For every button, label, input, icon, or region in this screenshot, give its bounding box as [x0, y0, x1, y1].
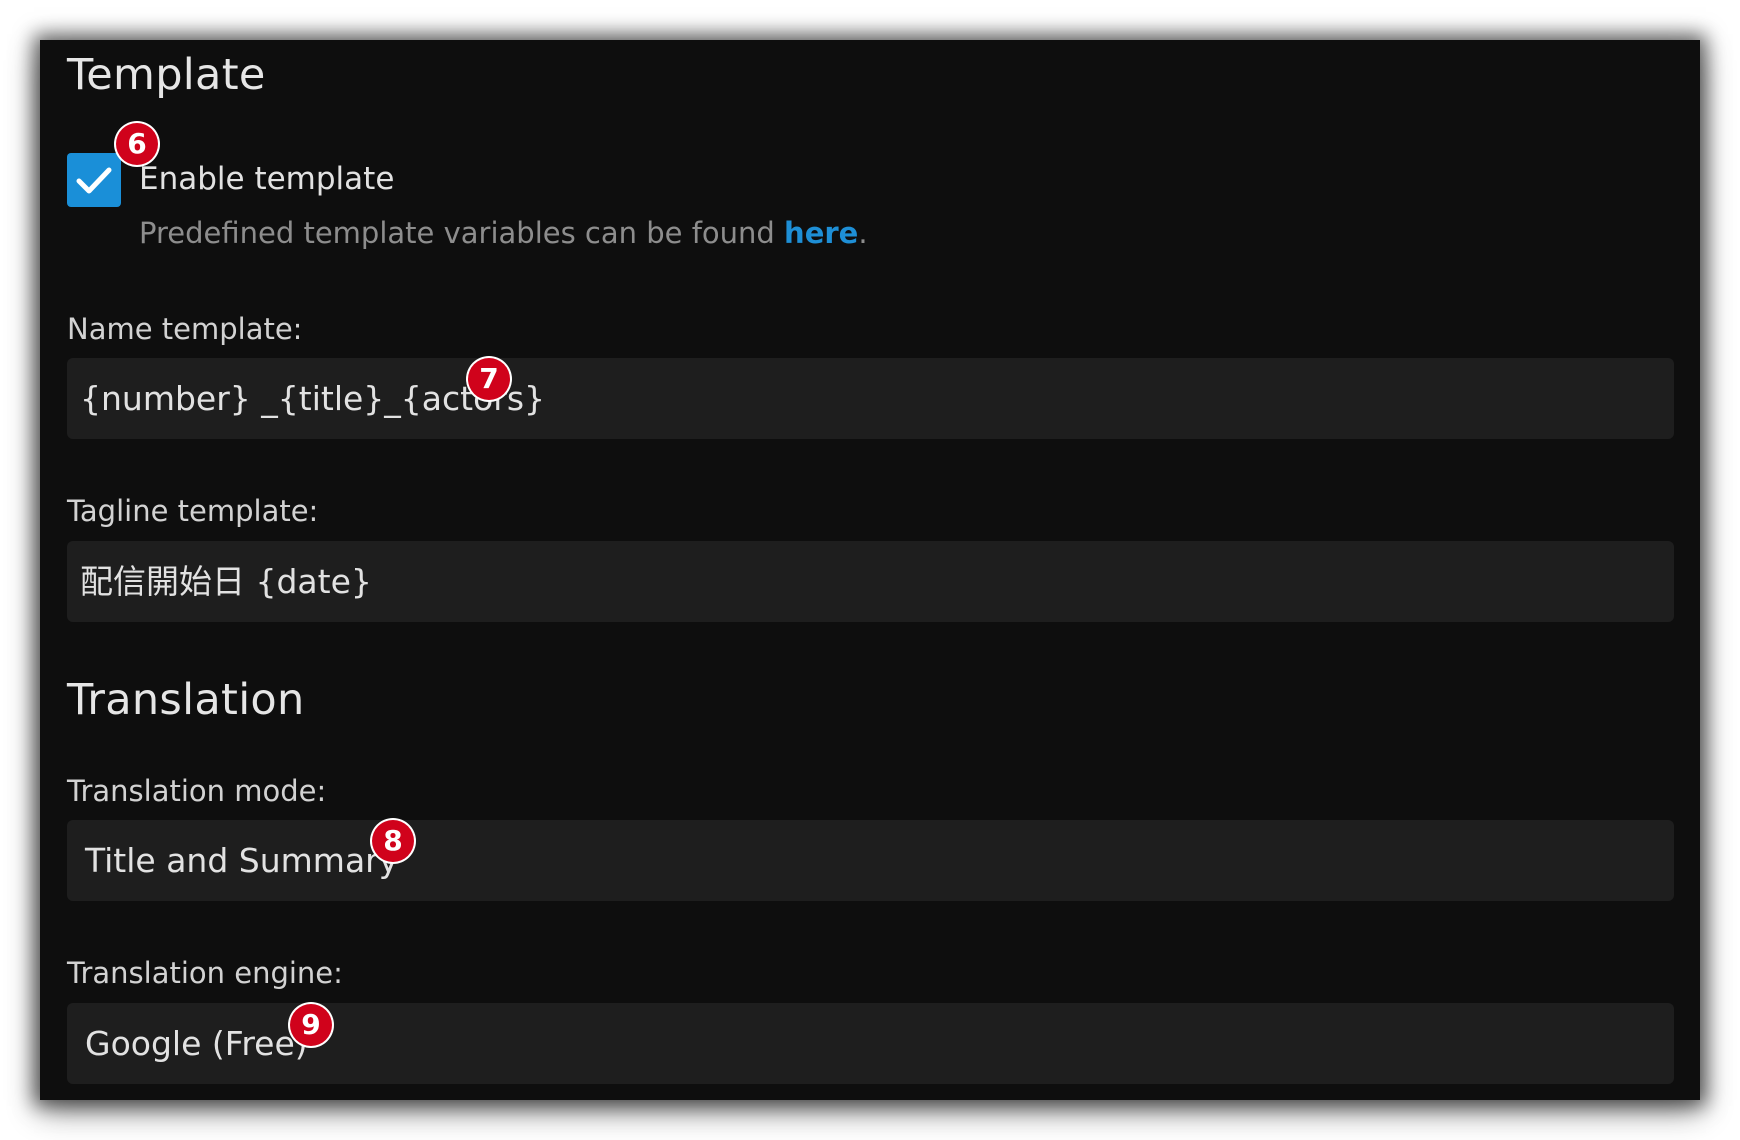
translation-mode-label: Translation mode: [67, 774, 327, 808]
annotation-badge-8: 8 [372, 820, 414, 862]
translation-engine-value: Google (Free) [85, 1024, 308, 1063]
tagline-template-value: 配信開始日 {date} [80, 562, 372, 601]
translation-mode-select[interactable]: Title and Summary [67, 820, 1674, 901]
translation-mode-value: Title and Summary [85, 841, 399, 880]
annotation-badge-7: 7 [468, 358, 510, 400]
translation-engine-label: Translation engine: [67, 956, 343, 990]
name-template-label: Name template: [67, 312, 303, 346]
help-text-suffix: . [858, 216, 868, 250]
annotation-badge-6: 6 [116, 123, 158, 165]
checkmark-icon [76, 167, 112, 194]
name-template-input[interactable]: {number} _{title}_{actors} [67, 358, 1674, 439]
template-help-text: Predefined template variables can be fou… [139, 216, 868, 250]
tagline-template-input[interactable]: 配信開始日 {date} [67, 541, 1674, 622]
template-variables-link[interactable]: here [784, 216, 858, 250]
annotation-badge-9: 9 [290, 1004, 332, 1046]
enable-template-checkbox[interactable] [67, 153, 121, 207]
section-title-translation: Translation [67, 675, 305, 725]
settings-panel: Template Enable template Predefined temp… [40, 40, 1700, 1100]
help-text-prefix: Predefined template variables can be fou… [139, 216, 785, 250]
section-title-template: Template [67, 50, 266, 100]
enable-template-label[interactable]: Enable template [139, 161, 394, 197]
tagline-template-label: Tagline template: [67, 494, 319, 528]
